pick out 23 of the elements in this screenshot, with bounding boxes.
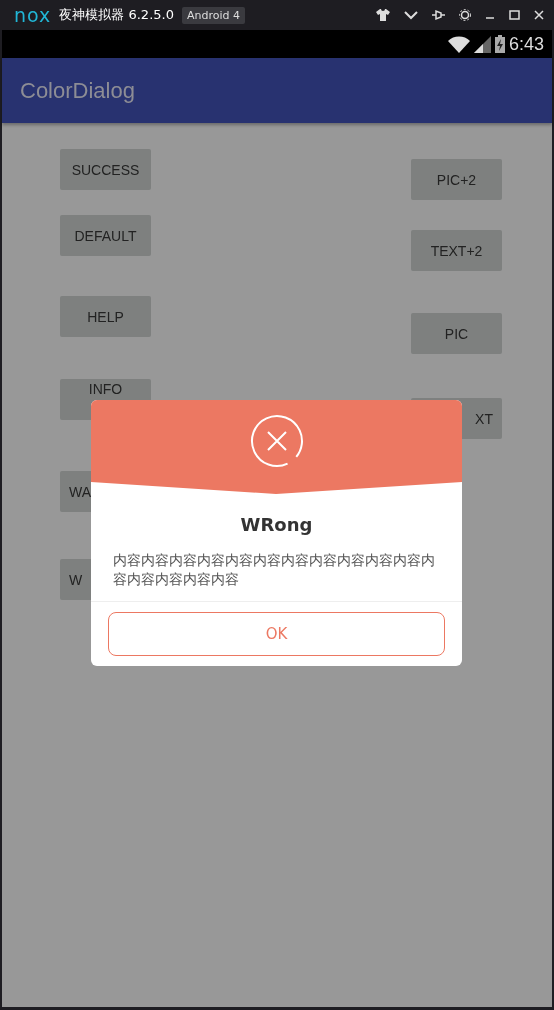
action-button[interactable]: DEFAULT [60,215,151,256]
dialog-title: WRong [240,514,313,535]
error-icon [249,414,304,468]
signal-icon [473,35,491,53]
shirt-icon[interactable] [376,9,390,21]
dialog-message: 内容内容内容内容内容内容内容内容内容内容内容内容内容内容内容内容 [112,551,436,589]
action-button[interactable]: PIC+2 [411,159,502,200]
ok-button[interactable]: OK [108,612,445,656]
wifi-icon [447,35,470,53]
app-bar-title: ColorDialog [20,77,135,104]
version-badge: Android 4 [181,6,245,24]
close-icon[interactable] [534,10,544,20]
app-logo: nox [14,4,52,26]
maximize-icon[interactable] [509,10,520,20]
chevron-down-icon[interactable] [404,10,418,20]
action-button[interactable]: HELP [60,296,151,337]
status-time: 6:43 [508,33,544,55]
window-title: 夜神模拟器 6.2.5.0 [59,6,174,24]
battery-icon [494,35,505,53]
settings-icon[interactable] [459,9,471,21]
action-button[interactable]: SUCCESS [60,149,151,190]
action-button[interactable]: PIC [411,313,502,354]
action-button[interactable]: TEXT+2 [411,230,502,271]
